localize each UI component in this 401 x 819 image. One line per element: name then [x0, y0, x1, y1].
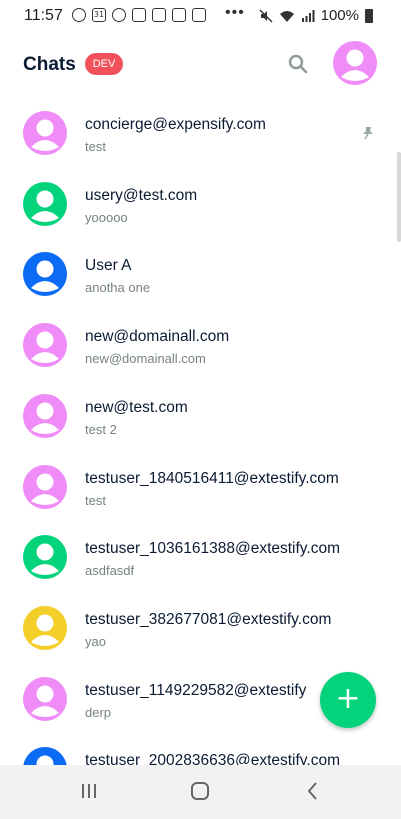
- recent-apps-icon[interactable]: [60, 765, 120, 819]
- chat-name: concierge@expensify.com: [85, 116, 266, 133]
- avatar-icon: [23, 111, 67, 155]
- widget-icon: [172, 8, 186, 22]
- app-screen: 11:57 31 ••• 100% Chats DEV concierge@ex…: [0, 0, 401, 819]
- chat-name: testuser_1036161388@extestify.com: [85, 540, 340, 558]
- mute-icon: [259, 8, 273, 23]
- battery-percent: 100%: [320, 7, 359, 24]
- home-icon[interactable]: [170, 765, 230, 819]
- status-more-dots: •••: [225, 4, 245, 21]
- plus-icon: +: [335, 681, 361, 716]
- chat-last-message: yao: [85, 633, 106, 649]
- chat-row[interactable]: usery@test.com yooooo: [0, 167, 401, 238]
- avatar-icon: [23, 323, 67, 368]
- chat-last-message: anotha one: [85, 280, 151, 296]
- contact-icon: [112, 8, 126, 22]
- status-time: 11:57: [24, 7, 63, 24]
- chat-name: User A: [85, 257, 132, 275]
- search-icon[interactable]: [288, 54, 308, 74]
- avatar-icon: [23, 181, 67, 226]
- new-chat-button[interactable]: +: [320, 672, 376, 728]
- signal-icon: [301, 9, 315, 22]
- status-right: 100%: [259, 7, 373, 24]
- battery-icon: [365, 8, 373, 23]
- chat-name: usery@test.com: [85, 186, 198, 204]
- chat-row[interactable]: testuser_1036161388@extestify.comasdfasd…: [0, 520, 401, 591]
- chat-last-message: asdfasdf: [85, 563, 135, 579]
- location-icon: [72, 8, 86, 22]
- chat-row[interactable]: User A anotha one: [0, 237, 401, 308]
- chat-row[interactable]: testuser_1840516411@extestify.comtest: [0, 450, 401, 521]
- avatar-icon: [23, 605, 67, 650]
- chat-last-message: test 2: [85, 421, 117, 437]
- system-nav-bar: [0, 765, 401, 819]
- scrollbar[interactable]: [397, 152, 401, 242]
- chat-name: testuser_1840516411@extestify.com: [85, 469, 339, 487]
- page-title: Chats: [23, 54, 76, 75]
- chat-name: testuser_1149229582@extestify: [85, 681, 307, 699]
- header: Chats DEV: [0, 32, 401, 98]
- chat-last-message: derp: [85, 704, 112, 720]
- status-bar: 11:57 31 ••• 100%: [0, 0, 401, 32]
- avatar-icon: [23, 393, 67, 438]
- chat-row[interactable]: concierge@expensify.com test: [0, 96, 401, 167]
- chat-row[interactable]: new@domainall.com new@domainall.com: [0, 308, 401, 379]
- calendar-icon: 31: [92, 8, 106, 22]
- avatar-icon: [23, 252, 67, 297]
- chat-row[interactable]: new@test.com test 2: [0, 379, 401, 450]
- pin-icon: [363, 127, 373, 140]
- env-badge: DEV: [85, 53, 123, 75]
- image-icon: [132, 8, 146, 22]
- chat-last-message: yooooo: [85, 209, 128, 225]
- chat-row[interactable]: testuser_382677081@extestify.comyao: [0, 591, 401, 662]
- chat-name: new@domainall.com: [85, 328, 230, 346]
- profile-avatar[interactable]: [333, 41, 377, 85]
- chat-last-message: test: [85, 139, 106, 154]
- status-icons: 31: [72, 8, 206, 22]
- avatar-icon: [23, 676, 67, 721]
- chat-last-message: test: [85, 492, 106, 508]
- wifi-icon: [279, 10, 294, 22]
- chat-last-message: new@domainall.com: [85, 351, 206, 367]
- chat-name: testuser_382677081@extestify.com: [85, 610, 332, 628]
- flag-icon: [152, 8, 166, 22]
- avatar-icon: [23, 535, 67, 580]
- avatar-icon: [23, 464, 67, 509]
- back-icon[interactable]: [283, 765, 343, 819]
- chat-name: new@test.com: [85, 398, 188, 416]
- nfc-icon: [192, 8, 206, 22]
